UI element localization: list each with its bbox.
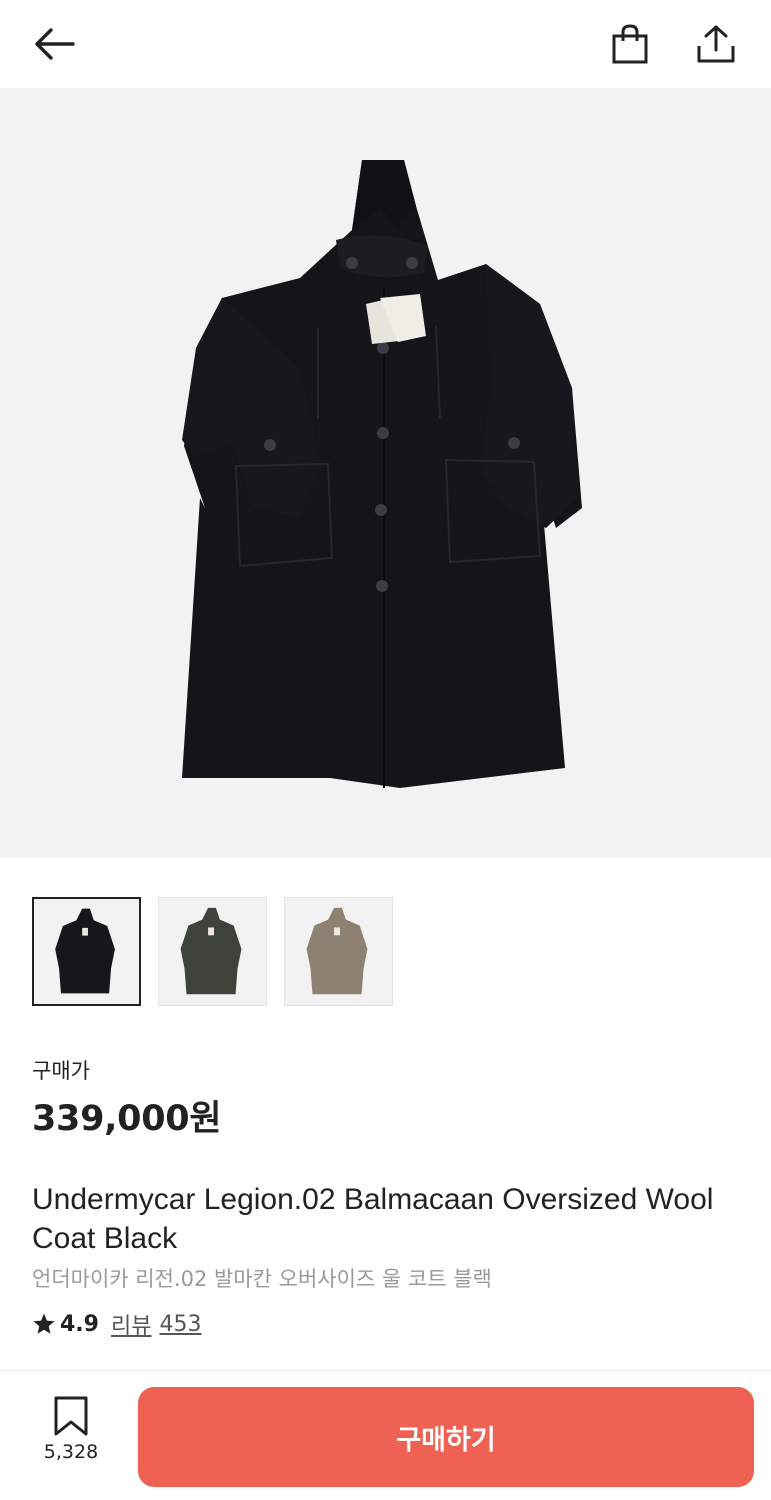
cart-button[interactable] (604, 18, 656, 70)
coat-illustration (182, 160, 582, 788)
coat-thumbnail-beige (306, 907, 368, 995)
bookmark-button[interactable]: 5,328 (30, 1395, 112, 1475)
thumbnail-olive[interactable] (158, 897, 267, 1006)
rating-row: 4.9 리뷰 453 (32, 1308, 201, 1340)
buy-button[interactable]: 구매하기 (138, 1387, 754, 1487)
thumbnail-beige[interactable] (284, 897, 393, 1006)
bottom-action-bar: 5,328 구매하기 (0, 1370, 771, 1500)
arrow-left-icon (35, 28, 75, 60)
star-icon (33, 1313, 55, 1334)
review-count-link[interactable]: 453 (159, 1312, 201, 1337)
share-button[interactable] (690, 18, 742, 70)
back-button[interactable] (28, 18, 80, 70)
product-price: 339,000원 (32, 1099, 222, 1139)
coat-thumbnail-black (55, 908, 115, 994)
thumbnail-black[interactable] (32, 897, 141, 1006)
coat-thumbnail-olive (180, 907, 242, 995)
price-label: 구매가 (32, 1059, 90, 1083)
review-link-label[interactable]: 리뷰 (111, 1308, 151, 1340)
rating-score: 4.9 (60, 1311, 99, 1337)
bookmark-count: 5,328 (43, 1441, 99, 1463)
product-title-korean: 언더마이카 리전.02 발마칸 오버사이즈 울 코트 블랙 (32, 1267, 492, 1291)
share-icon (697, 25, 735, 63)
product-main-image[interactable] (0, 88, 771, 858)
shopping-bag-icon (612, 24, 648, 64)
product-title: Undermycar Legion.02 Balmacaan Oversized… (32, 1183, 714, 1255)
app-header (0, 0, 771, 88)
thumbnail-strip (32, 897, 393, 1006)
bookmark-icon (54, 1396, 88, 1436)
